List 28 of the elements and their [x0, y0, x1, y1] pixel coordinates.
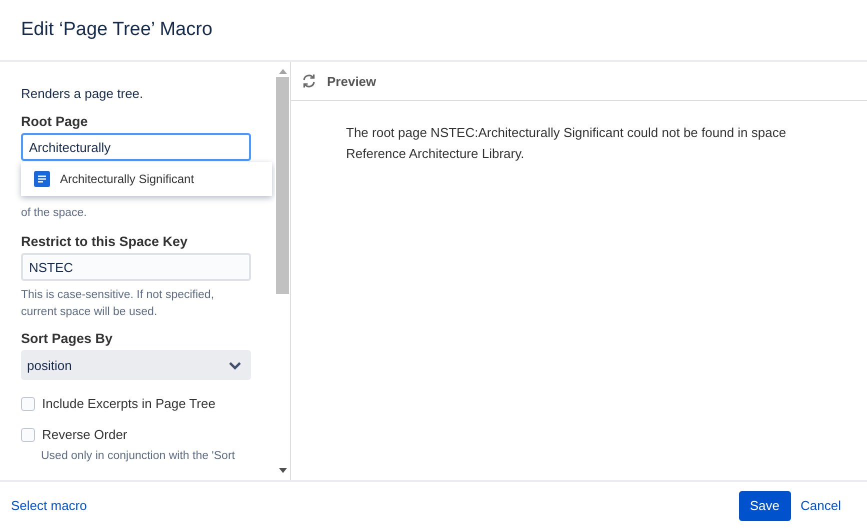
- field-label: Restrict to this Space Key: [21, 234, 189, 249]
- sort-select[interactable]: position: [21, 350, 251, 380]
- space-key-field[interactable]: NSTEC: [21, 253, 251, 281]
- page-icon: [34, 171, 50, 187]
- scrollbar-thumb[interactable]: [276, 77, 289, 294]
- cancel-button[interactable]: Cancel: [794, 498, 847, 513]
- help-text: of the space.: [21, 206, 88, 221]
- suggestion-item[interactable]: Architecturally Significant: [21, 162, 272, 196]
- save-button[interactable]: Save: [738, 490, 791, 520]
- dialog-title: Edit ‘Page Tree’ Macro: [21, 19, 212, 41]
- scroll-down-icon[interactable]: [278, 468, 286, 473]
- scroll-up-icon[interactable]: [278, 69, 286, 74]
- preview-message: The root page NSTEC:Architecturally Significant could not be found in space Reference Architecture Library.: [346, 124, 788, 163]
- help-text: This is case-sensitive. If not specified, current space will be used.: [21, 288, 216, 320]
- preview-title: Preview: [327, 74, 376, 88]
- checkbox[interactable]: [21, 428, 35, 442]
- help-text: Used only in conjunction with the 'Sort: [41, 449, 236, 464]
- refresh-icon[interactable]: [301, 73, 317, 89]
- chevron-down-icon: [228, 360, 242, 370]
- root-page-field[interactable]: Architecturally: [21, 133, 251, 161]
- select-macro-link[interactable]: Select macro: [11, 498, 87, 513]
- checkbox-label: Include Excerpts in Page Tree: [42, 396, 216, 411]
- field-label: Root Page: [21, 114, 89, 129]
- description-text: Renders a page tree.: [21, 86, 144, 101]
- checkbox[interactable]: [21, 396, 35, 410]
- suggestion-text: Architecturally Significant: [60, 172, 194, 186]
- field-label: Sort Pages By: [21, 331, 114, 346]
- checkbox-label: Reverse Order: [42, 427, 128, 442]
